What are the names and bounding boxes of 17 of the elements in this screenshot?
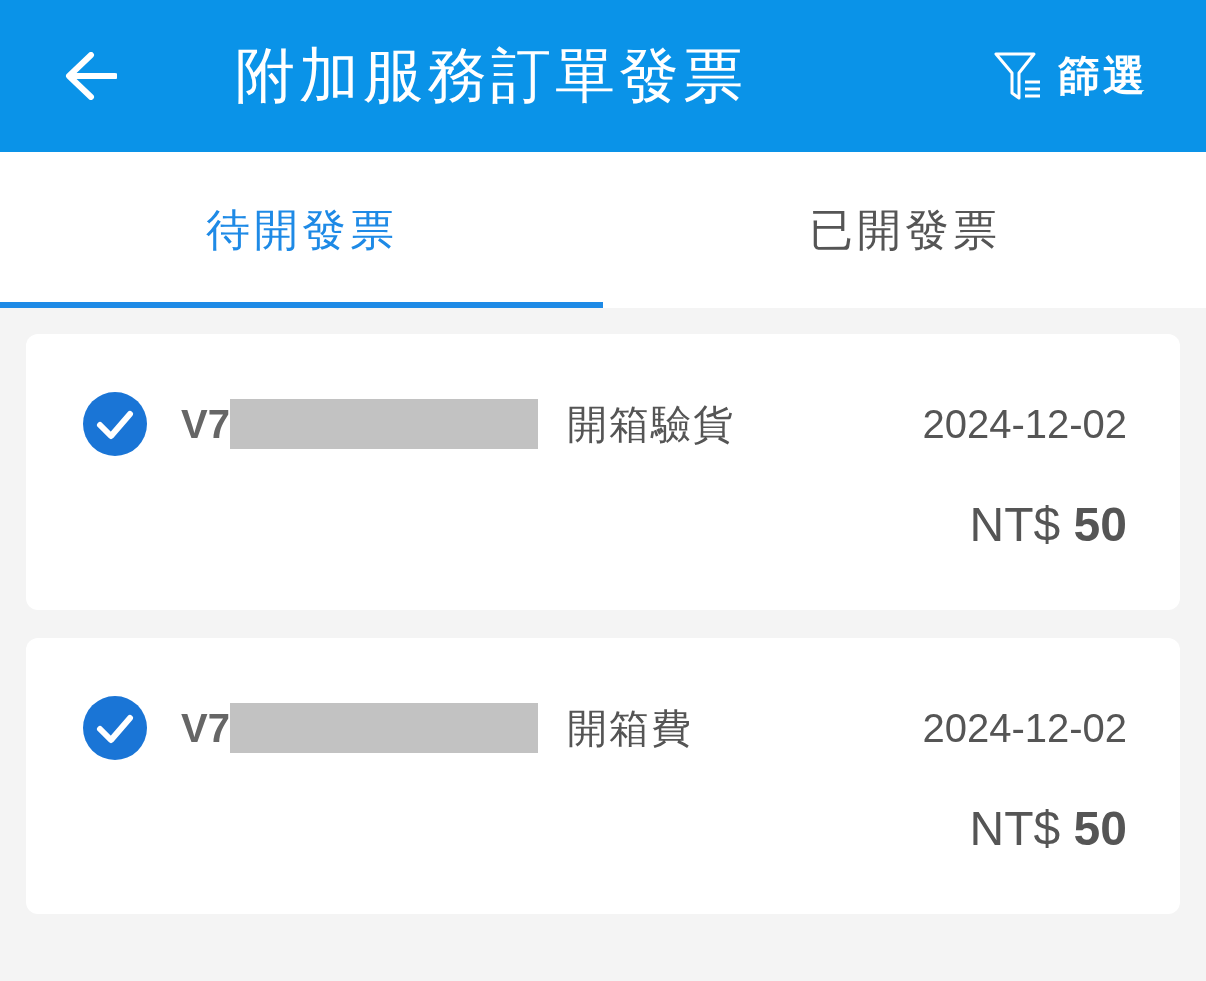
order-number: V7 <box>181 705 230 751</box>
service-name: 開箱驗貨 <box>566 400 735 448</box>
invoice-amount: NT$ 50 <box>969 501 1127 549</box>
filter-button[interactable]: 篩選 <box>994 48 1148 104</box>
invoice-amount: NT$ 50 <box>969 805 1127 853</box>
tab[interactable]: 已開發票 <box>603 152 1206 308</box>
back-button[interactable] <box>65 52 117 100</box>
checkbox[interactable] <box>83 392 147 456</box>
invoice-date: 2024-12-02 <box>922 705 1127 751</box>
invoice-date: 2024-12-02 <box>922 401 1127 447</box>
left-arrow-icon <box>65 52 117 100</box>
checkbox[interactable] <box>83 696 147 760</box>
page-title: 附加服務訂單發票 <box>235 41 747 111</box>
filter-icon <box>994 51 1042 101</box>
tab[interactable]: 待開發票 <box>0 152 603 308</box>
order-number: V7 <box>181 401 230 447</box>
service-name: 開箱費 <box>566 704 693 752</box>
